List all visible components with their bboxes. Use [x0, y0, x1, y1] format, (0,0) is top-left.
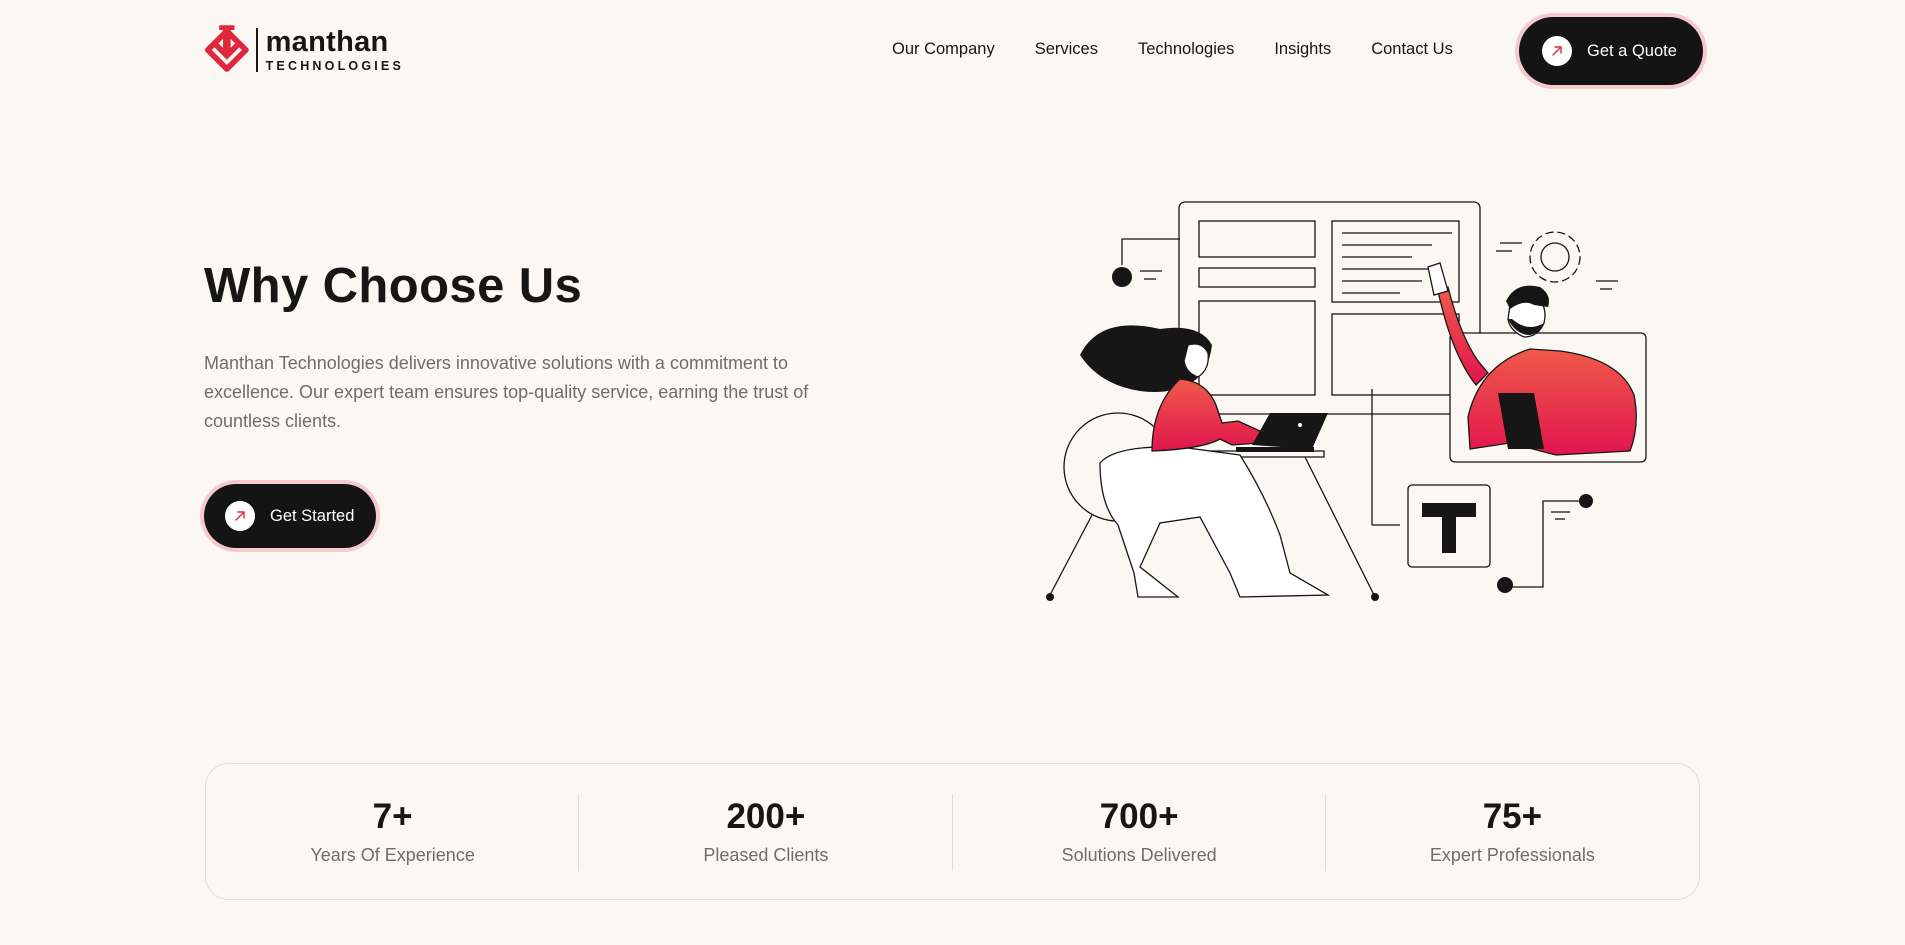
stats-panel: 7+ Years Of Experience 200+ Pleased Clie…: [205, 763, 1700, 900]
stat-value: 200+: [726, 797, 806, 836]
stat-label: Years Of Experience: [310, 845, 475, 865]
hero-description: Manthan Technologies delivers innovative…: [204, 353, 809, 431]
hero-title: Why Choose Us: [204, 259, 583, 313]
logo-divider: [255, 28, 258, 72]
logo-name: manthan: [265, 25, 389, 58]
nav-services[interactable]: Services: [1035, 40, 1098, 59]
nav-technologies[interactable]: Technologies: [1138, 40, 1234, 59]
stat-label: Solutions Delivered: [1061, 845, 1217, 865]
nav-contact-us[interactable]: Contact Us: [1371, 40, 1453, 59]
main-nav: Our Company Services Technologies Insigh…: [892, 40, 1493, 59]
site-header: manthan TECHNOLOGIES Our Company Service…: [0, 0, 1905, 102]
get-a-quote-label: Get a Quote: [1587, 41, 1677, 60]
get-a-quote-button[interactable]: Get a Quote: [1519, 17, 1703, 85]
get-started-label: Get Started: [270, 506, 355, 525]
arrow-up-right-icon: [1542, 36, 1572, 66]
stat-years-of-experience: 7+ Years Of Experience: [206, 764, 580, 899]
arrow-up-right-icon: [225, 501, 255, 531]
brand-logo[interactable]: manthan TECHNOLOGIES: [204, 24, 404, 76]
stat-solutions-delivered: 700+ Solutions Delivered: [953, 764, 1326, 899]
get-started-button[interactable]: Get Started: [204, 484, 376, 548]
nav-insights[interactable]: Insights: [1274, 40, 1331, 59]
stat-value: 700+: [1099, 797, 1179, 836]
stat-value: 75+: [1482, 797, 1543, 836]
stat-label: Pleased Clients: [703, 845, 829, 865]
logo-wordmark: manthan TECHNOLOGIES: [265, 25, 404, 73]
logo-mark-icon: [204, 25, 249, 72]
stat-pleased-clients: 200+ Pleased Clients: [579, 764, 953, 899]
nav-our-company[interactable]: Our Company: [892, 40, 995, 59]
stat-label: Expert Professionals: [1429, 845, 1595, 865]
stat-expert-professionals: 75+ Expert Professionals: [1326, 764, 1699, 899]
stat-value: 7+: [372, 797, 413, 836]
logo-subtitle: TECHNOLOGIES: [265, 58, 404, 73]
team-collaboration-illustration: [1046, 201, 1647, 601]
